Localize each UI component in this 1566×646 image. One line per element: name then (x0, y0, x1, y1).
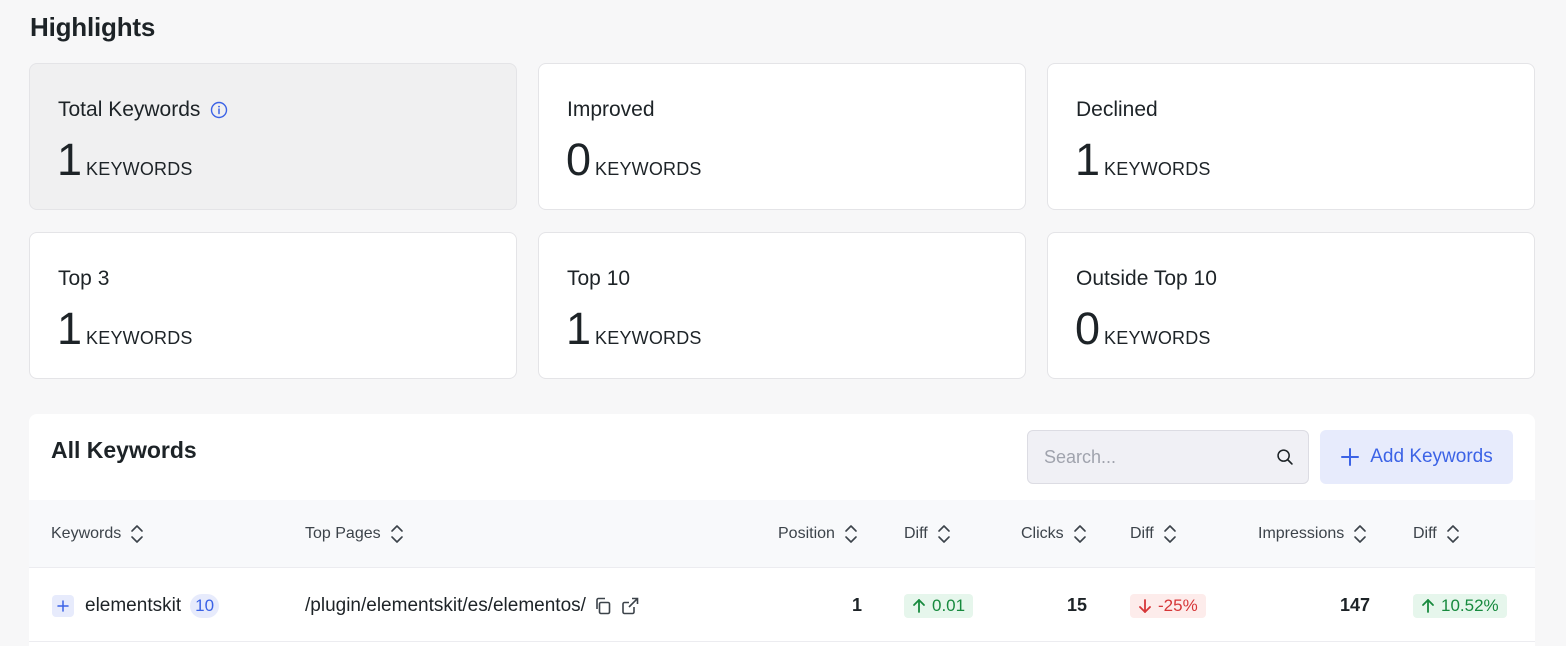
card-title: Top 10 (567, 267, 631, 290)
sort-icon (1354, 525, 1367, 543)
column-header-clicks-diff[interactable]: Diff (1130, 500, 1178, 568)
sort-icon (845, 525, 857, 543)
impressions-value: 147 (1339, 595, 1370, 615)
search-box (1027, 430, 1309, 484)
plus-icon (57, 599, 69, 612)
impressions-diff-badge: 10.52% (1413, 593, 1507, 618)
search-icon[interactable] (1276, 444, 1294, 470)
card-title: Improved (567, 98, 655, 121)
sort-icon (1073, 525, 1086, 543)
table-header: Keywords Top Pages Position Diff Clicks … (29, 500, 1535, 568)
clicks-diff-badge: -25% (1130, 593, 1206, 618)
column-header-position-diff[interactable]: Diff (904, 500, 952, 568)
add-keywords-label: Add Keywords (1370, 446, 1493, 467)
panel-title: All Keywords (51, 437, 197, 463)
sort-icon (937, 525, 950, 543)
copy-icon[interactable] (593, 596, 613, 616)
sort-icon (390, 525, 403, 543)
keyword-count-badge: 10 (190, 593, 220, 618)
all-keywords-panel: All Keywords Add Keywords Keywords Top P… (29, 414, 1535, 646)
arrow-up-icon (1422, 598, 1434, 613)
clicks-diff-cell: -25% (1130, 569, 1206, 642)
card-value: 1 (1075, 134, 1101, 185)
column-header-impressions[interactable]: Impressions (1258, 500, 1368, 568)
keyword-cell: elementskit 10 (52, 569, 220, 642)
card-value: 1 (566, 303, 592, 354)
card-top-3[interactable]: Top 3 1 KEYWORDS (29, 232, 517, 379)
top-page-path: /plugin/elementskit/es/elementos/ (305, 594, 586, 616)
expand-row-button[interactable] (52, 594, 74, 617)
card-unit: KEYWORDS (1104, 159, 1211, 179)
clicks-value: 15 (1066, 595, 1087, 615)
position-diff-badge: 0.01 (904, 593, 974, 618)
top-page-cell: /plugin/elementskit/es/elementos/ (305, 569, 640, 642)
search-input[interactable] (1044, 446, 1276, 468)
column-header-clicks[interactable]: Clicks (1021, 500, 1088, 568)
card-unit: KEYWORDS (595, 159, 702, 179)
sort-icon (131, 525, 144, 543)
column-header-top-pages[interactable]: Top Pages (305, 500, 405, 568)
table-row: elementskit 10 /plugin/elementskit/es/el… (29, 569, 1535, 642)
card-value: 1 (57, 303, 83, 354)
card-value: 0 (1075, 303, 1101, 354)
card-unit: KEYWORDS (1104, 328, 1211, 348)
arrow-down-icon (1139, 598, 1151, 613)
column-header-keywords[interactable]: Keywords (51, 500, 145, 568)
card-title: Top 3 (58, 267, 110, 290)
arrow-up-icon (913, 598, 925, 613)
card-value: 1 (57, 134, 83, 185)
card-improved[interactable]: Improved 0 KEYWORDS (538, 63, 1026, 210)
card-title: Total Keywords (58, 98, 201, 121)
position-diff-cell: 0.01 (904, 569, 974, 642)
card-unit: KEYWORDS (86, 328, 193, 348)
card-outside-top-10[interactable]: Outside Top 10 0 KEYWORDS (1047, 232, 1535, 379)
card-unit: KEYWORDS (595, 328, 702, 348)
add-keywords-button[interactable]: Add Keywords (1320, 430, 1513, 484)
sort-icon (1163, 525, 1176, 543)
card-value: 0 (566, 134, 592, 185)
column-header-position[interactable]: Position (778, 500, 859, 568)
info-icon[interactable] (210, 101, 228, 119)
external-link-icon[interactable] (620, 596, 640, 616)
card-total-keywords[interactable]: Total Keywords 1 KEYWORDS (29, 63, 517, 210)
page-title: Highlights (30, 12, 156, 42)
card-title: Declined (1076, 98, 1158, 121)
card-title: Outside Top 10 (1076, 267, 1217, 290)
sort-icon (1446, 525, 1459, 543)
highlight-cards: Total Keywords 1 KEYWORDS Improved 0 KEY… (29, 63, 1535, 379)
position-value: 1 (851, 595, 862, 615)
column-header-impressions-diff[interactable]: Diff (1413, 500, 1461, 568)
card-top-10[interactable]: Top 10 1 KEYWORDS (538, 232, 1026, 379)
impressions-diff-cell: 10.52% (1413, 569, 1507, 642)
card-declined[interactable]: Declined 1 KEYWORDS (1047, 63, 1535, 210)
keyword-name: elementskit (85, 594, 182, 616)
plus-icon (1341, 448, 1360, 466)
card-unit: KEYWORDS (86, 159, 193, 179)
